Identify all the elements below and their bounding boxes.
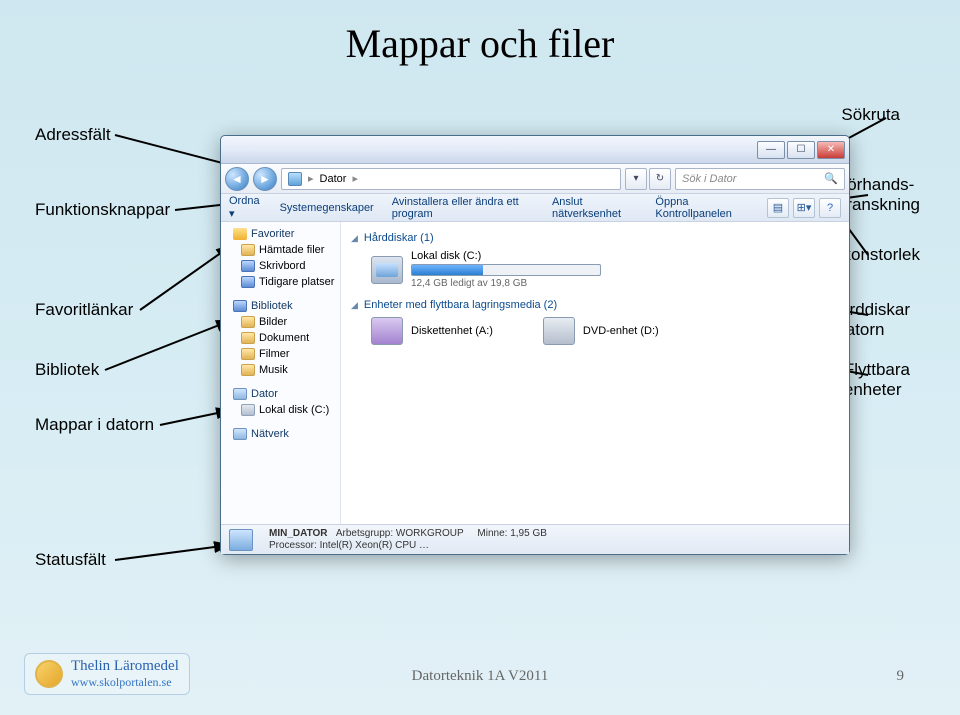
label-sokruta: Sökruta	[841, 105, 900, 125]
group-flyttbara[interactable]: ◢Enheter med flyttbara lagringsmedia (2)	[351, 299, 839, 311]
toolbar-anslut[interactable]: Anslut nätverksenhet	[552, 196, 637, 220]
disk-free-label: 12,4 GB ledigt av 19,8 GB	[411, 278, 601, 289]
breadcrumb-root: Dator	[320, 173, 347, 185]
sidebar-hamtade[interactable]: Hämtade filer	[221, 242, 340, 258]
navigation-pane: Favoriter Hämtade filer Skrivbord Tidiga…	[221, 222, 341, 524]
sidebar-lokal-disk[interactable]: Lokal disk (C:)	[221, 402, 340, 418]
recent-icon	[241, 276, 255, 288]
drive-icon	[241, 404, 255, 416]
floppy-icon	[371, 317, 403, 345]
harddisk-icon	[371, 256, 403, 284]
network-icon	[233, 428, 247, 440]
sidebar-dokument[interactable]: Dokument	[221, 330, 340, 346]
search-icon: 🔍	[824, 172, 838, 185]
address-bar: ◄ ► ▸ Dator ▸ ▾ ↻ Sök i Dator 🔍	[221, 164, 849, 194]
refresh-button[interactable]: ↻	[649, 168, 671, 190]
group-harddiskar[interactable]: ◢Hårddiskar (1)	[351, 232, 839, 244]
minimize-button[interactable]: —	[757, 141, 785, 159]
preview-pane-button[interactable]: ▤	[767, 198, 789, 218]
maximize-button[interactable]: ☐	[787, 141, 815, 159]
sidebar-dator[interactable]: Dator	[221, 386, 340, 402]
search-placeholder: Sök i Dator	[682, 173, 736, 185]
explorer-window: — ☐ ✕ ◄ ► ▸ Dator ▸ ▾ ↻ Sök i Dator 🔍 Or…	[220, 135, 850, 555]
status-computer-name: MIN_DATOR	[269, 528, 328, 539]
close-button[interactable]: ✕	[817, 141, 845, 159]
status-bar: MIN_DATOR Arbetsgrupp: WORKGROUP Minne: …	[221, 524, 849, 554]
floppy-label: Diskettenhet (A:)	[411, 325, 493, 337]
dropdown-button[interactable]: ▾	[625, 168, 647, 190]
label-statusfalt: Statusfält	[35, 550, 106, 570]
sidebar-favoriter[interactable]: Favoriter	[221, 226, 340, 242]
toolbar-ordna[interactable]: Ordna ▾	[229, 195, 262, 220]
window-body: Favoriter Hämtade filer Skrivbord Tidiga…	[221, 222, 849, 524]
slide-title: Mappar och filer	[0, 20, 960, 67]
computer-icon	[288, 172, 302, 186]
back-button[interactable]: ◄	[225, 167, 249, 191]
collapse-icon: ◢	[351, 233, 358, 244]
dvd-icon	[543, 317, 575, 345]
label-favoritlankar: Favoritlänkar	[35, 300, 133, 320]
folder-icon	[241, 348, 255, 360]
status-workgroup: Arbetsgrupp: WORKGROUP	[336, 528, 464, 539]
collapse-icon: ◢	[351, 300, 358, 311]
folder-icon	[241, 364, 255, 376]
help-button[interactable]: ?	[819, 198, 841, 218]
disk-item[interactable]: Lokal disk (C:) 12,4 GB ledigt av 19,8 G…	[371, 250, 839, 289]
label-ikonstorlek: Ikonstorlek	[838, 245, 920, 265]
breadcrumb-sep: ▸	[308, 172, 314, 185]
toolbar-avinstallera[interactable]: Avinstallera eller ändra ett program	[392, 196, 534, 220]
sidebar-tidigare[interactable]: Tidigare platser	[221, 274, 340, 290]
label-funktionsknappar: Funktionsknappar	[35, 200, 170, 220]
star-icon	[233, 228, 247, 240]
sidebar-natverk[interactable]: Nätverk	[221, 426, 340, 442]
disk-name: Lokal disk (C:)	[411, 250, 601, 262]
computer-icon	[233, 388, 247, 400]
desktop-icon	[241, 260, 255, 272]
folder-icon	[241, 316, 255, 328]
breadcrumb[interactable]: ▸ Dator ▸	[281, 168, 621, 190]
disk-usage-bar	[411, 264, 601, 276]
floppy-item[interactable]: Diskettenhet (A:)	[371, 317, 493, 345]
content-pane: ◢Hårddiskar (1) Lokal disk (C:) 12,4 GB …	[341, 222, 849, 524]
dvd-label: DVD-enhet (D:)	[583, 325, 659, 337]
label-bibliotek: Bibliotek	[35, 360, 99, 380]
toolbar-kontrollpanel[interactable]: Öppna Kontrollpanelen	[655, 196, 749, 220]
status-processor: Processor: Intel(R) Xeon(R) CPU …	[269, 540, 547, 552]
search-input[interactable]: Sök i Dator 🔍	[675, 168, 845, 190]
footer-center: Datorteknik 1A V2011	[0, 668, 960, 685]
sidebar-bilder[interactable]: Bilder	[221, 314, 340, 330]
folder-icon	[241, 332, 255, 344]
sidebar-musik[interactable]: Musik	[221, 362, 340, 378]
computer-icon	[229, 529, 253, 551]
sidebar-filmer[interactable]: Filmer	[221, 346, 340, 362]
sidebar-bibliotek[interactable]: Bibliotek	[221, 298, 340, 314]
dvd-item[interactable]: DVD-enhet (D:)	[543, 317, 659, 345]
label-adressfalt: Adressfält	[35, 125, 111, 145]
status-memory: Minne: 1,95 GB	[477, 528, 546, 539]
view-options-button[interactable]: ⊞▾	[793, 198, 815, 218]
toolbar: Ordna ▾ Systemegenskaper Avinstallera el…	[221, 194, 849, 222]
label-mappar: Mappar i datorn	[35, 415, 154, 435]
sidebar-skrivbord[interactable]: Skrivbord	[221, 258, 340, 274]
page-number: 9	[897, 668, 905, 685]
breadcrumb-sep: ▸	[352, 172, 358, 185]
titlebar: — ☐ ✕	[221, 136, 849, 164]
library-icon	[233, 300, 247, 312]
toolbar-system[interactable]: Systemegenskaper	[280, 202, 374, 214]
forward-button[interactable]: ►	[253, 167, 277, 191]
label-flyttbara: Flyttbara enheter	[844, 360, 910, 400]
folder-icon	[241, 244, 255, 256]
